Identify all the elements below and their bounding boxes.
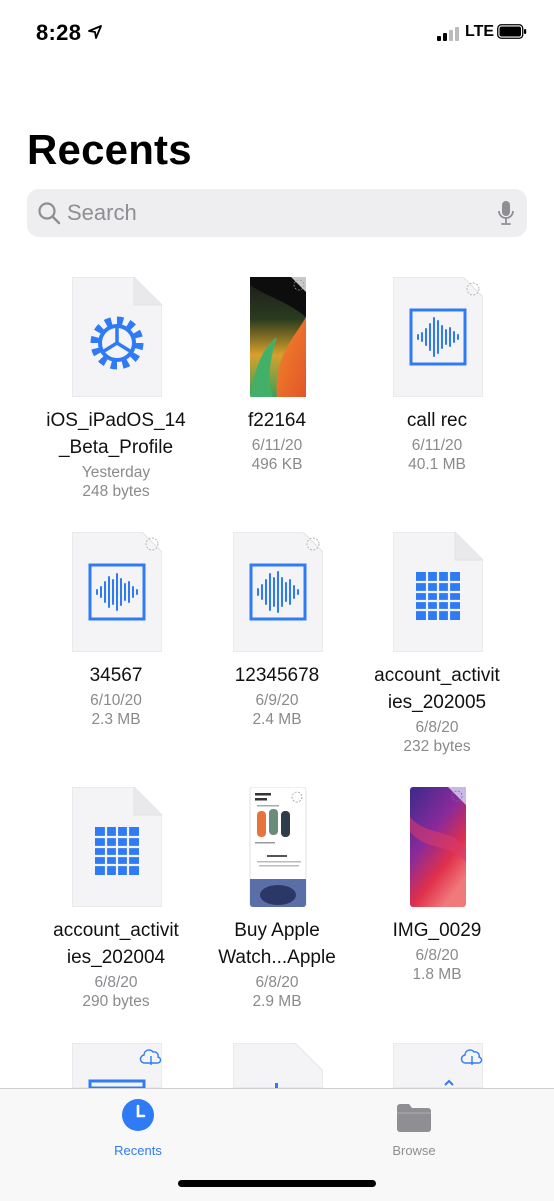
page-title: Recents <box>27 126 192 173</box>
home-indicator[interactable] <box>178 1180 376 1187</box>
cellular-signal-icon <box>437 27 463 41</box>
status-bar: 8:28 LTE <box>0 0 554 66</box>
spreadsheet-icon <box>72 787 162 907</box>
tab-label: Recents <box>114 1143 162 1158</box>
file-name: 12345678 <box>234 665 320 686</box>
file-name: IMG_0029 <box>392 920 482 941</box>
microphone-icon[interactable] <box>497 200 515 226</box>
search-placeholder: Search <box>67 200 137 225</box>
audio-waveform-icon <box>393 277 483 397</box>
file-name: call rec <box>406 410 468 431</box>
tab-label: Browse <box>392 1143 436 1158</box>
file-name: Buy Apple <box>234 920 320 941</box>
document-thumbnail-partial[interactable] <box>72 1043 162 1088</box>
file-name: iOS_iPadOS_14 <box>46 410 186 431</box>
file-size: 290 bytes <box>82 993 150 1010</box>
status-time: 8:28 <box>36 20 82 45</box>
file-size: 496 KB <box>251 456 303 473</box>
file-size: 40.1 MB <box>408 456 466 473</box>
wallpaper-thumbnail <box>250 277 306 397</box>
file-size: 2.9 MB <box>252 993 302 1010</box>
file-date: 6/8/20 <box>415 719 459 736</box>
file-name-line2: ies_202004 <box>66 947 166 968</box>
settings-gear-icon <box>72 277 162 397</box>
file-name: f22164 <box>247 410 307 431</box>
file-name-line2: Watch...Apple <box>218 947 336 968</box>
image-thumbnail <box>410 787 466 907</box>
audio-waveform-icon <box>72 532 162 652</box>
network-type: LTE <box>465 23 495 40</box>
search-icon <box>38 202 61 225</box>
file-size: 2.3 MB <box>91 711 141 728</box>
file-date: 6/8/20 <box>415 947 459 964</box>
file-name: 34567 <box>89 665 143 686</box>
document-thumbnail-partial[interactable] <box>393 1043 483 1088</box>
battery-icon <box>497 24 527 39</box>
document-thumbnail-partial[interactable] <box>233 1043 323 1088</box>
file-date: 6/8/20 <box>94 974 138 991</box>
file-name: account_activit <box>374 665 500 686</box>
file-date: 6/11/20 <box>411 437 463 454</box>
webpage-thumbnail <box>249 787 307 907</box>
file-name: account_activit <box>53 920 179 941</box>
file-date: 6/11/20 <box>251 437 303 454</box>
file-date: Yesterday <box>81 464 151 481</box>
clock-icon <box>122 1099 154 1131</box>
file-name-line2: ies_202005 <box>387 692 487 713</box>
file-size: 2.4 MB <box>252 711 302 728</box>
file-size: 232 bytes <box>403 738 471 755</box>
audio-waveform-icon <box>233 532 323 652</box>
file-date: 6/8/20 <box>255 974 299 991</box>
file-date: 6/10/20 <box>90 692 142 709</box>
location-arrow-icon <box>88 25 102 39</box>
folder-icon <box>397 1104 431 1132</box>
file-size: 248 bytes <box>82 483 150 500</box>
search-field[interactable]: Search <box>27 189 527 237</box>
file-date: 6/9/20 <box>255 692 299 709</box>
spreadsheet-icon <box>393 532 483 652</box>
file-size: 1.8 MB <box>412 966 462 983</box>
file-name-line2: _Beta_Profile <box>58 437 174 458</box>
